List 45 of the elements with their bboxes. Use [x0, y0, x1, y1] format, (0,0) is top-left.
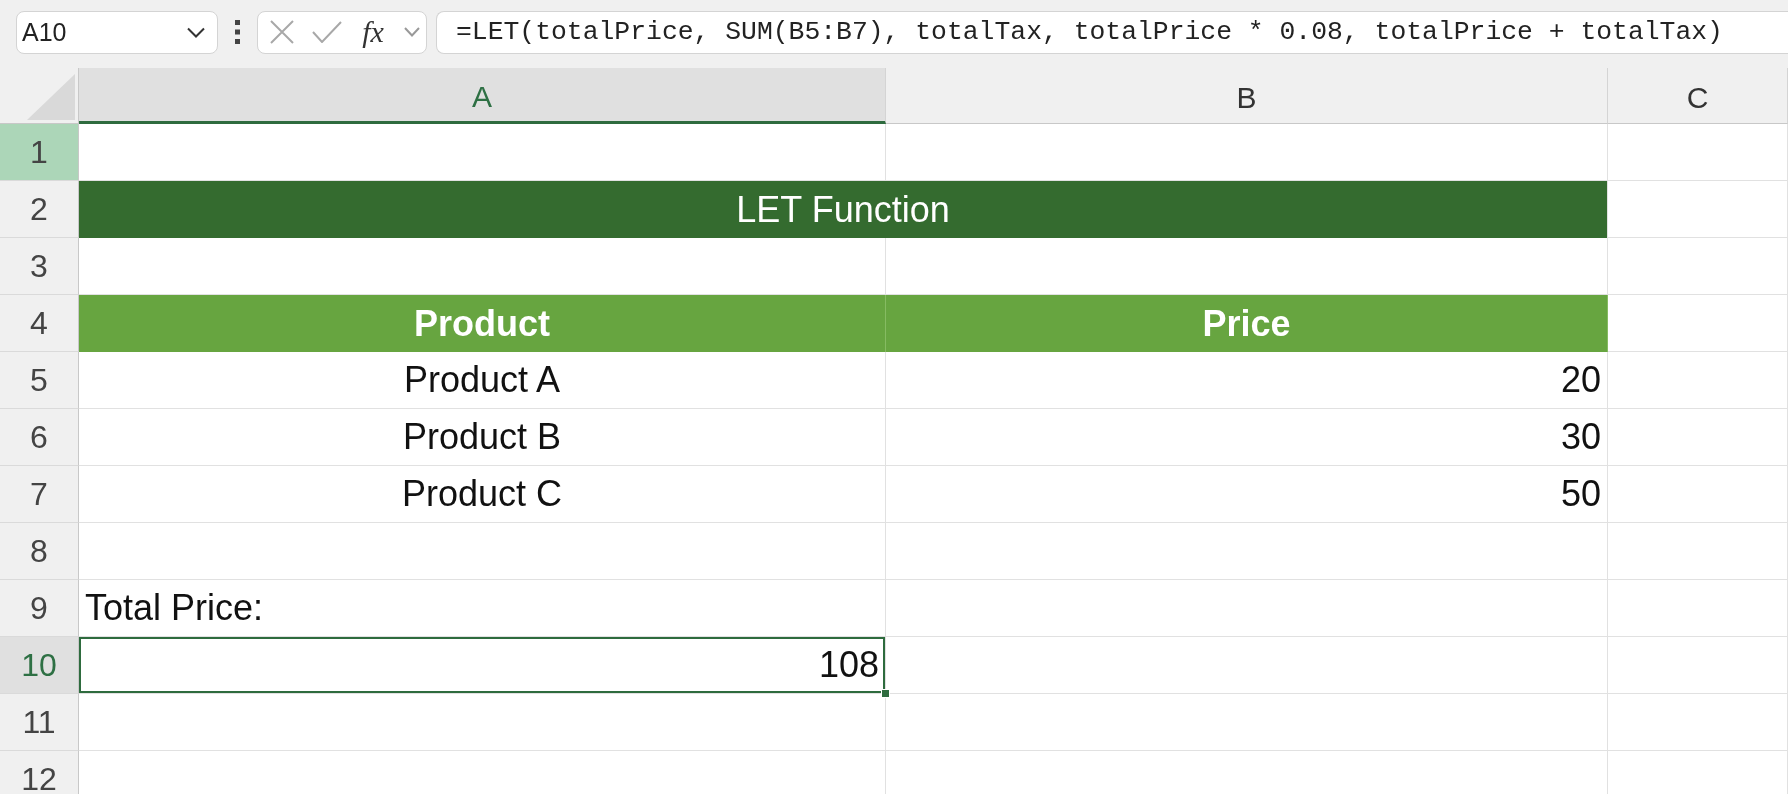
- name-box[interactable]: A10: [16, 10, 218, 54]
- empty-cell[interactable]: [1608, 523, 1788, 580]
- row-header[interactable]: 12: [0, 751, 79, 794]
- column-header[interactable]: A: [79, 68, 886, 124]
- formula-field[interactable]: =LET(totalPrice, SUM(B5:B7), totalTax, totalPrice * 0.08, totalPrice + totalTax): [436, 10, 1788, 54]
- empty-cell[interactable]: [886, 580, 1608, 637]
- table-cell[interactable]: 108: [79, 637, 886, 694]
- empty-cell[interactable]: [1608, 637, 1788, 694]
- column-header[interactable]: B: [886, 68, 1608, 124]
- row-header[interactable]: 5: [0, 352, 79, 409]
- empty-cell[interactable]: [1608, 409, 1788, 466]
- row-header[interactable]: 7: [0, 466, 79, 523]
- table-cell[interactable]: 20: [886, 352, 1608, 409]
- row-header[interactable]: 1: [0, 124, 79, 181]
- table-cell[interactable]: Product A: [79, 352, 886, 409]
- row-header[interactable]: 2: [0, 181, 79, 238]
- row-header[interactable]: 11: [0, 694, 79, 751]
- empty-cell[interactable]: [886, 523, 1608, 580]
- row-header[interactable]: 6: [0, 409, 79, 466]
- empty-cell[interactable]: [1608, 580, 1788, 637]
- cancel-icon[interactable]: [270, 20, 294, 44]
- check-icon[interactable]: [312, 21, 343, 43]
- empty-cell[interactable]: [1608, 466, 1788, 523]
- insert-function-button[interactable]: fx: [360, 17, 386, 47]
- chevron-down-icon[interactable]: [187, 26, 205, 38]
- table-cell[interactable]: 50: [886, 466, 1608, 523]
- table-cell[interactable]: Product C: [79, 466, 886, 523]
- column-header[interactable]: C: [1608, 68, 1788, 124]
- row-header[interactable]: 8: [0, 523, 79, 580]
- empty-cell[interactable]: [1608, 124, 1788, 181]
- title-cell[interactable]: LET Function: [79, 181, 1608, 238]
- fill-handle[interactable]: [881, 689, 890, 698]
- table-cell[interactable]: 30: [886, 409, 1608, 466]
- row-header[interactable]: 4: [0, 295, 79, 352]
- row-header[interactable]: 9: [0, 580, 79, 637]
- row-header[interactable]: 3: [0, 238, 79, 295]
- more-icon[interactable]: [235, 20, 241, 44]
- row-header[interactable]: 10: [0, 637, 79, 694]
- empty-cell[interactable]: [1608, 694, 1788, 751]
- empty-cell[interactable]: [1608, 352, 1788, 409]
- select-all-button[interactable]: [0, 68, 79, 124]
- empty-cell[interactable]: [886, 694, 1608, 751]
- empty-cell[interactable]: [1608, 238, 1788, 295]
- table-cell[interactable]: Total Price:: [79, 580, 886, 637]
- table-cell[interactable]: Product B: [79, 409, 886, 466]
